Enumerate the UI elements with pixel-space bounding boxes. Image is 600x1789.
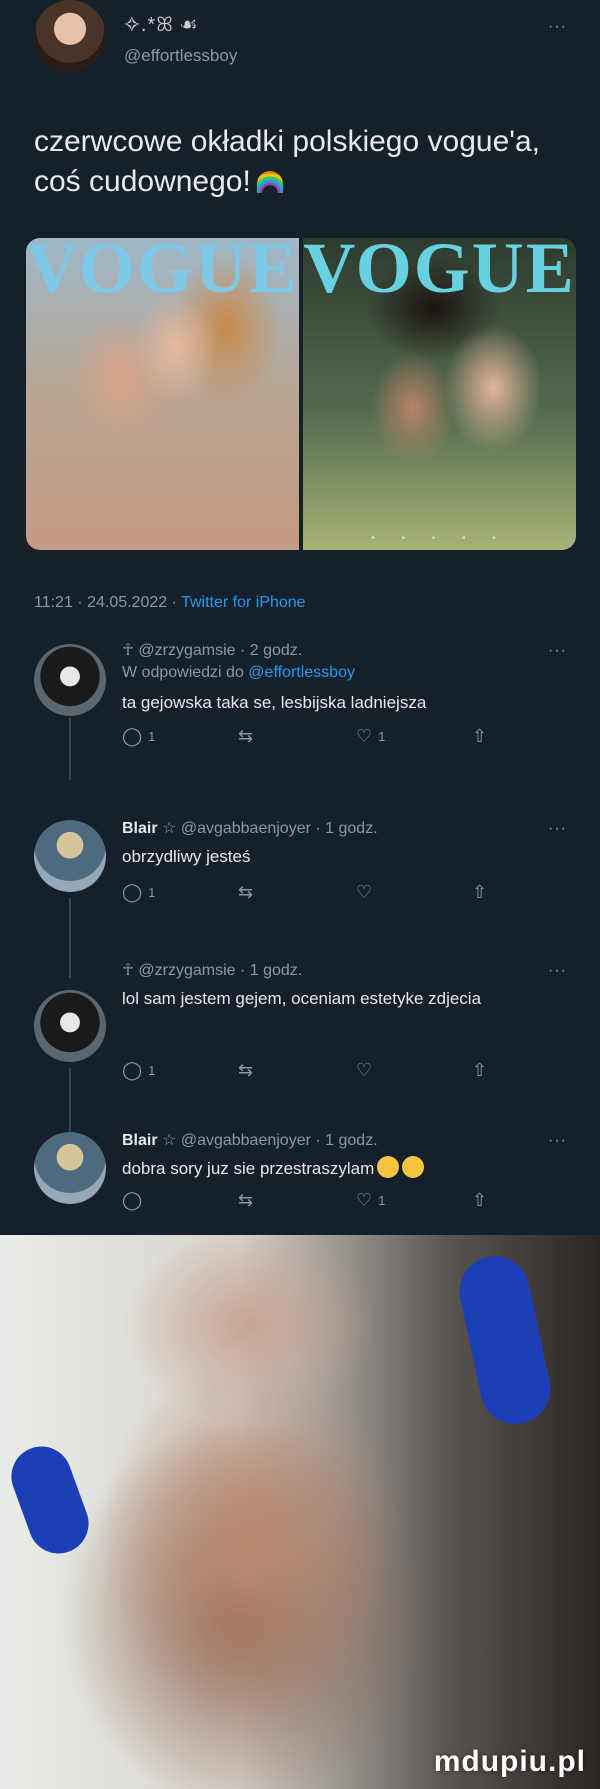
- tweet-area: ✧.*ꕤ ☙ @effortlessboy ··· czerwcowe okła…: [0, 0, 600, 1235]
- comment-icon: ◯: [122, 726, 143, 746]
- author-avatar[interactable]: [34, 0, 106, 72]
- reply-to-label: W odpowiedzi do: [122, 664, 244, 681]
- reply-author-name: Blair: [122, 820, 158, 837]
- tweet-timestamp[interactable]: 11:21 · 24.05.2022 ·: [34, 594, 177, 611]
- more-options-icon[interactable]: ···: [548, 18, 567, 36]
- reply-to-line: W odpowiedzi do @effortlessboy: [122, 664, 355, 682]
- cover-dots: • • • • •: [371, 533, 508, 544]
- thread-line: [69, 898, 71, 978]
- retweet-icon: ⇆: [238, 1060, 254, 1080]
- heart-icon: ♡: [356, 1060, 373, 1080]
- reply-avatar[interactable]: [34, 990, 106, 1062]
- reply-button[interactable]: ◯: [122, 1190, 142, 1211]
- like-button[interactable]: ♡: [356, 1060, 372, 1081]
- like-count: 1: [378, 1193, 386, 1208]
- tweet-text: czerwcowe okładki polskiego vogue'a, coś…: [34, 122, 554, 202]
- retweet-button[interactable]: ⇆: [238, 1060, 253, 1081]
- share-icon: ⇧: [472, 726, 488, 746]
- headphone-left: [2, 1438, 98, 1562]
- share-button[interactable]: ⇧: [472, 1060, 487, 1081]
- reply-avatar[interactable]: [34, 1132, 106, 1204]
- tweet-text-content: czerwcowe okładki polskiego vogue'a, coś…: [34, 125, 541, 198]
- reply-author[interactable]: Blair ☆ @avgabbaenjoyer · 1 godz.: [122, 1130, 378, 1150]
- reaction-photo: mdupiu.pl: [0, 1235, 600, 1789]
- heart-icon: ♡: [356, 1190, 373, 1210]
- reply-to-mention[interactable]: @effortlessboy: [248, 664, 355, 681]
- reply-text: dobra sory juz sie przestraszylam: [122, 1156, 562, 1181]
- comment-count: 1: [148, 729, 156, 744]
- retweet-icon: ⇆: [238, 882, 254, 902]
- comment-icon: ◯: [122, 1190, 143, 1210]
- crying-emoji-icon: [377, 1156, 400, 1178]
- headphone-right: [453, 1249, 557, 1431]
- reply-text: obrzydliwy jesteś: [122, 847, 251, 866]
- thread-line: [69, 1068, 71, 1132]
- reply-handle-time: ☆ @avgabbaenjoyer · 1 godz.: [162, 1132, 378, 1149]
- heart-icon: ♡: [356, 882, 373, 902]
- comment-count: 1: [148, 885, 156, 900]
- retweet-button[interactable]: ⇆: [238, 726, 259, 747]
- reply-text: lol sam jestem gejem, oceniam estetyke z…: [122, 989, 482, 1008]
- reply-text: ta gejowska taka se, lesbijska ladniejsz…: [122, 693, 427, 712]
- reply-button[interactable]: ◯ 1: [122, 1060, 155, 1081]
- vogue-cover-left[interactable]: VOGUE: [26, 238, 299, 550]
- author-handle[interactable]: @effortlessboy: [124, 46, 237, 66]
- reply-avatar[interactable]: [34, 820, 106, 892]
- share-icon: ⇧: [472, 1060, 488, 1080]
- like-button[interactable]: ♡ 1: [356, 726, 385, 747]
- reply-actions: ◯ 1 ⇆ ♡ 1 ⇧: [122, 726, 552, 750]
- tweet-source[interactable]: Twitter for iPhone: [181, 594, 306, 611]
- retweet-button[interactable]: ⇆: [238, 1190, 253, 1211]
- more-options-icon[interactable]: ···: [548, 642, 567, 660]
- reply-button[interactable]: ◯ 1: [122, 882, 155, 903]
- rainbow-emoji-icon: [256, 171, 283, 193]
- reply-actions: ◯ 1 ⇆ ♡ ⇧: [122, 882, 552, 906]
- tweet-meta: 11:21 · 24.05.2022 · Twitter for iPhone: [34, 594, 306, 612]
- more-options-icon[interactable]: ···: [548, 820, 567, 838]
- share-icon: ⇧: [472, 1190, 488, 1210]
- reply-author[interactable]: Blair ☆ @avgabbaenjoyer · 1 godz.: [122, 818, 378, 838]
- more-options-icon[interactable]: ···: [548, 1132, 567, 1150]
- crying-emoji-icon: [402, 1156, 425, 1178]
- thread-line: [69, 718, 71, 780]
- reply-actions: ◯ ⇆ ♡ 1 ⇧: [122, 1190, 552, 1214]
- reply-handle-time[interactable]: ☥ @zrzygamsie · 1 godz.: [122, 960, 302, 980]
- share-button[interactable]: ⇧: [472, 882, 487, 903]
- like-button[interactable]: ♡: [356, 882, 372, 903]
- reply-handle-time: ☆ @avgabbaenjoyer · 1 godz.: [162, 820, 378, 837]
- vogue-logo-right: VOGUE: [303, 238, 576, 308]
- share-icon: ⇧: [472, 882, 488, 902]
- reply-avatar[interactable]: [34, 644, 106, 716]
- heart-icon: ♡: [356, 726, 373, 746]
- reply-handle-time[interactable]: ☥ @zrzygamsie · 2 godz.: [122, 640, 302, 660]
- share-button[interactable]: ⇧: [472, 726, 487, 747]
- vogue-cover-right[interactable]: VOGUE • • • • •: [303, 238, 576, 550]
- comment-icon: ◯: [122, 1060, 143, 1080]
- comment-icon: ◯: [122, 882, 143, 902]
- retweet-icon: ⇆: [238, 726, 254, 746]
- retweet-button[interactable]: ⇆: [238, 882, 253, 903]
- like-count: 1: [378, 729, 386, 744]
- more-options-icon[interactable]: ···: [548, 962, 567, 980]
- site-watermark: mdupiu.pl: [433, 1745, 586, 1778]
- reply-actions: ◯ 1 ⇆ ♡ ⇧: [122, 1060, 552, 1084]
- reply-button[interactable]: ◯ 1: [122, 726, 155, 747]
- like-button[interactable]: ♡ 1: [356, 1190, 385, 1211]
- share-button[interactable]: ⇧: [472, 1190, 487, 1211]
- author-display-name[interactable]: ✧.*ꕤ ☙: [124, 14, 197, 37]
- reply-text-content: dobra sory juz sie przestraszylam: [122, 1159, 375, 1178]
- vogue-logo-left: VOGUE: [26, 238, 299, 308]
- tweet-media[interactable]: VOGUE VOGUE • • • • •: [26, 238, 576, 550]
- retweet-icon: ⇆: [238, 1190, 254, 1210]
- reply-author-name: Blair: [122, 1132, 158, 1149]
- comment-count: 1: [148, 1063, 156, 1078]
